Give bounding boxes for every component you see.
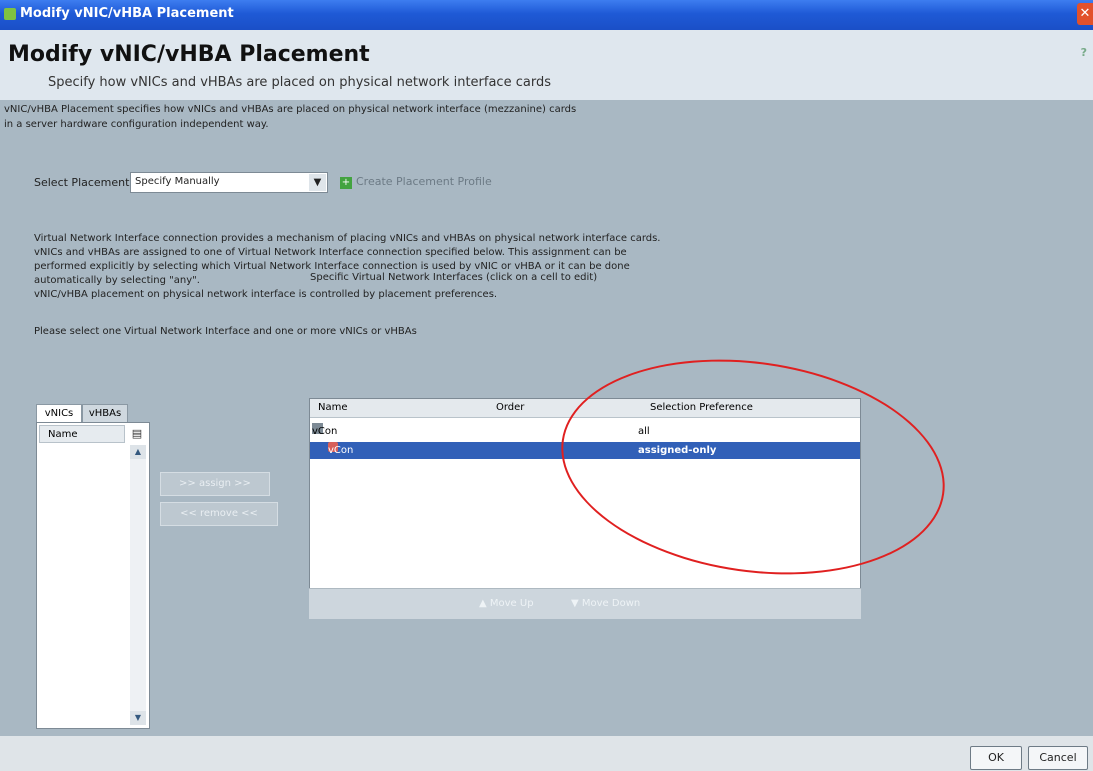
placement-label: Select Placement: [34,176,134,189]
move-down-button[interactable]: ▼ Move Down [571,589,640,619]
column-header-order[interactable]: Order [496,399,524,417]
column-header-name[interactable]: Name [39,425,125,443]
vnic-list[interactable]: Name ▤ ▲ ▼ [36,422,150,729]
move-up-button[interactable]: ▲ Move Up [479,589,534,619]
chevron-down-icon[interactable]: ▼ [309,174,326,191]
create-placement-profile-link[interactable]: + Create Placement Profile [340,175,492,189]
placement-value: Specify Manually [135,176,220,187]
column-chooser-icon[interactable]: ▤ [129,426,145,442]
dialog-header: Modify vNIC/vHBA Placement Specify how v… [0,30,1093,100]
cancel-button[interactable]: Cancel [1028,746,1088,770]
bottom-bar: OK Cancel [0,736,1093,771]
plus-icon: + [340,177,352,189]
ok-button[interactable]: OK [970,746,1022,770]
page-subtitle: Specify how vNICs and vHBAs are placed o… [48,75,551,90]
scroll-down-icon[interactable]: ▼ [130,711,146,725]
tab-vhbas[interactable]: vHBAs [82,404,128,423]
instruction-text: Please select one Virtual Network Interf… [34,326,417,337]
page-title: Modify vNIC/vHBA Placement [8,42,370,67]
title-bar: Modify vNIC/vHBA Placement ✕ [0,0,1093,30]
interfaces-caption: Specific Virtual Network Interfaces (cli… [310,272,598,283]
remove-button[interactable]: << remove << [160,502,278,526]
help-icon[interactable]: ? [1081,46,1087,59]
intro-text: vNIC/vHBA Placement specifies how vNICs … [4,104,577,130]
column-header-name[interactable]: Name [318,399,348,417]
close-icon[interactable]: ✕ [1077,3,1093,25]
scroll-up-icon[interactable]: ▲ [130,445,146,459]
scrollbar[interactable] [130,445,146,725]
description-text: Virtual Network Interface connection pro… [34,233,661,300]
table-footer: ▲ Move Up ▼ Move Down [309,588,861,619]
assign-button[interactable]: >> assign >> [160,472,270,496]
placement-select[interactable]: Specify Manually ▼ [130,172,328,193]
app-icon [4,8,16,20]
window-title: Modify vNIC/vHBA Placement [20,6,234,21]
tab-vnics[interactable]: vNICs [36,404,82,423]
